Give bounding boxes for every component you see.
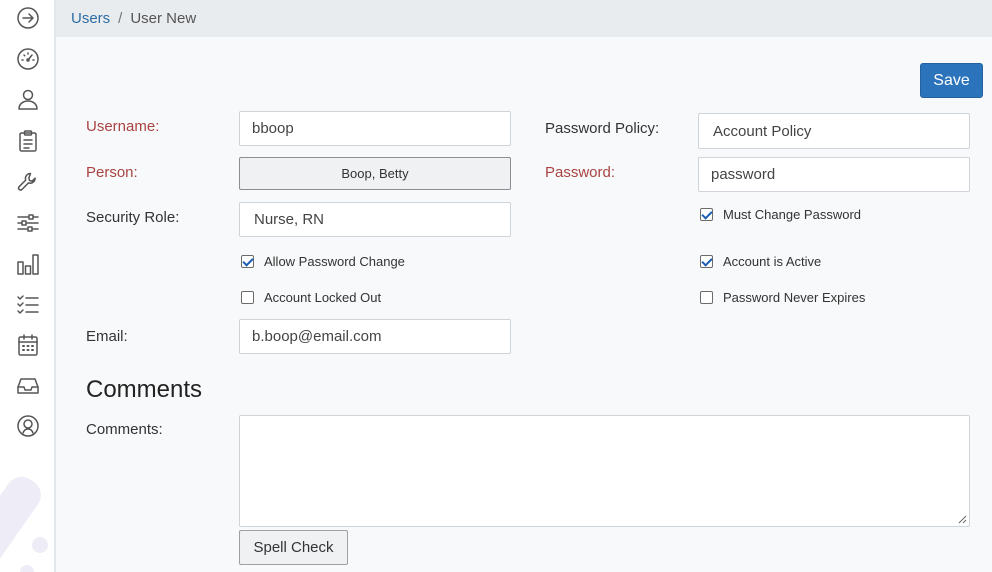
inbox-icon: [17, 378, 39, 394]
checkbox-box[interactable]: [700, 208, 713, 221]
spell-check-button[interactable]: Spell Check: [239, 530, 348, 565]
checkbox-box[interactable]: [700, 291, 713, 304]
must-change-password-checkbox[interactable]: Must Change Password: [700, 207, 861, 222]
bar-chart-icon: [17, 254, 39, 275]
password-policy-label: Password Policy:: [545, 120, 660, 137]
sidebar-item-settings[interactable]: [13, 208, 43, 238]
password-policy-select[interactable]: Account Policy: [698, 113, 970, 149]
account-is-active-label: Account is Active: [723, 254, 822, 269]
sidebar-item-tasks[interactable]: [13, 289, 43, 319]
user-circle-icon: [17, 415, 39, 437]
security-role-select[interactable]: Nurse, RN: [239, 202, 511, 237]
username-label: Username:: [86, 118, 160, 135]
email-input[interactable]: b.boop@email.com: [239, 319, 511, 354]
breadcrumb: Users / User New: [56, 0, 992, 37]
sidebar-decoration: [0, 470, 48, 572]
breadcrumb-users-link[interactable]: Users: [71, 10, 110, 27]
sidebar-item-inbox[interactable]: [13, 371, 43, 401]
wrench-icon: [17, 172, 36, 191]
security-role-label: Security Role:: [86, 209, 180, 226]
sliders-icon: [17, 214, 39, 232]
checkbox-box[interactable]: [241, 291, 254, 304]
sidebar-item-expand[interactable]: [13, 3, 43, 33]
person-label: Person:: [86, 164, 138, 181]
username-input[interactable]: bboop: [239, 111, 511, 146]
resize-grip-icon[interactable]: [957, 514, 967, 524]
breadcrumb-separator: /: [118, 10, 123, 27]
checklist-icon: [17, 295, 39, 314]
password-never-expires-checkbox[interactable]: Password Never Expires: [700, 290, 865, 305]
checkbox-box[interactable]: [241, 255, 254, 268]
sidebar: [0, 0, 56, 572]
email-label: Email:: [86, 328, 128, 345]
account-locked-out-label: Account Locked Out: [264, 290, 382, 305]
must-change-password-label: Must Change Password: [723, 207, 862, 222]
comments-textarea[interactable]: [239, 415, 970, 527]
arrow-right-circle-icon: [17, 7, 39, 29]
allow-password-change-checkbox[interactable]: Allow Password Change: [241, 254, 405, 269]
comments-section-title: Comments: [86, 376, 203, 403]
breadcrumb-current: User New: [130, 10, 197, 27]
account-locked-out-checkbox[interactable]: Account Locked Out: [241, 290, 381, 305]
sidebar-item-calendar[interactable]: [13, 330, 43, 360]
calendar-icon: [18, 334, 38, 356]
sidebar-decoration-dot: [20, 565, 34, 572]
user-icon: [18, 89, 38, 110]
sidebar-decoration-dot: [32, 537, 48, 553]
allow-password-change-label: Allow Password Change: [264, 254, 405, 269]
dashboard-gauge-icon: [17, 48, 39, 70]
sidebar-item-dashboard[interactable]: [13, 44, 43, 74]
password-label: Password:: [545, 164, 616, 181]
checkbox-box[interactable]: [700, 255, 713, 268]
sidebar-item-tools[interactable]: [13, 167, 43, 197]
sidebar-item-users[interactable]: [13, 84, 43, 114]
sidebar-item-reports[interactable]: [13, 249, 43, 279]
clipboard-icon: [19, 130, 37, 152]
save-button[interactable]: Save: [920, 63, 983, 98]
sidebar-item-clipboard[interactable]: [13, 126, 43, 156]
person-select-button[interactable]: Boop, Betty: [239, 157, 511, 190]
password-never-expires-label: Password Never Expires: [723, 290, 866, 305]
password-input[interactable]: password: [698, 157, 970, 192]
sidebar-item-profile[interactable]: [13, 411, 43, 441]
account-is-active-checkbox[interactable]: Account is Active: [700, 254, 821, 269]
comments-label: Comments:: [86, 421, 163, 438]
